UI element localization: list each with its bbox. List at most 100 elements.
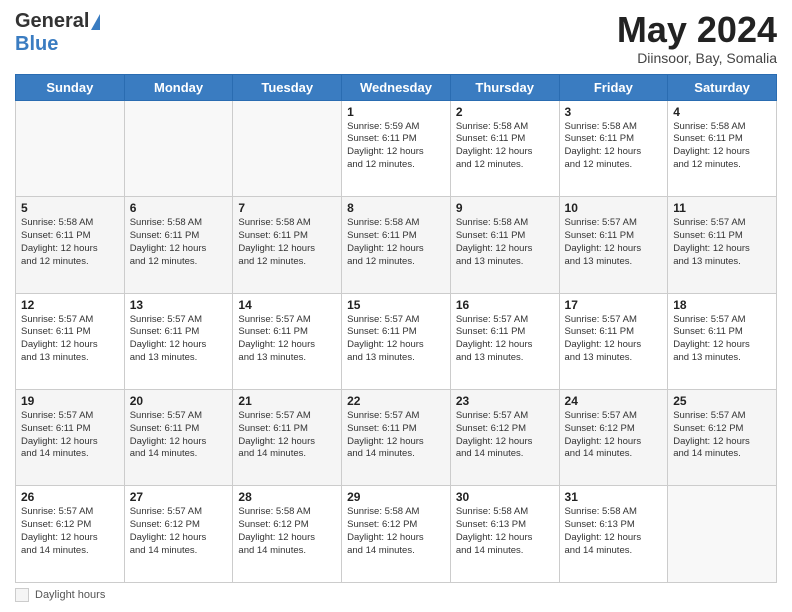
day-number: 15 (347, 298, 445, 312)
day-info: Sunrise: 5:57 AM Sunset: 6:12 PM Dayligh… (130, 506, 228, 557)
calendar-cell: 8 Sunrise: 5:58 AM Sunset: 6:11 PM Daylig… (342, 197, 451, 293)
calendar-week-3: 19 Sunrise: 5:57 AM Sunset: 6:11 PM Dayli… (16, 390, 777, 486)
day-header-monday: Monday (124, 74, 233, 100)
logo: General Blue (15, 10, 100, 56)
day-number: 11 (673, 201, 771, 215)
calendar-cell: 15 Sunrise: 5:57 AM Sunset: 6:11 PM Dayli… (342, 293, 451, 389)
location: Diinsoor, Bay, Somalia (617, 50, 777, 66)
day-info: Sunrise: 5:57 AM Sunset: 6:11 PM Dayligh… (673, 314, 771, 365)
title-block: May 2024 Diinsoor, Bay, Somalia (617, 10, 777, 66)
day-number: 26 (21, 490, 119, 504)
day-number: 17 (565, 298, 663, 312)
day-info: Sunrise: 5:57 AM Sunset: 6:12 PM Dayligh… (673, 410, 771, 461)
day-number: 24 (565, 394, 663, 408)
day-number: 28 (238, 490, 336, 504)
logo-line1: General (15, 10, 100, 33)
footer: Daylight hours (15, 588, 777, 602)
day-number: 25 (673, 394, 771, 408)
day-number: 30 (456, 490, 554, 504)
day-header-sunday: Sunday (16, 74, 125, 100)
day-info: Sunrise: 5:57 AM Sunset: 6:11 PM Dayligh… (347, 314, 445, 365)
day-header-saturday: Saturday (668, 74, 777, 100)
day-info: Sunrise: 5:57 AM Sunset: 6:12 PM Dayligh… (565, 410, 663, 461)
day-number: 19 (21, 394, 119, 408)
calendar-cell: 11Sunrise: 5:57 AM Sunset: 6:11 PM Dayli… (668, 197, 777, 293)
calendar-cell (16, 100, 125, 196)
daylight-label: Daylight hours (35, 589, 105, 601)
day-number: 12 (21, 298, 119, 312)
logo-general-text: General (15, 10, 89, 33)
calendar-cell: 24 Sunrise: 5:57 AM Sunset: 6:12 PM Dayli… (559, 390, 668, 486)
day-info: Sunrise: 5:57 AM Sunset: 6:11 PM Dayligh… (21, 410, 119, 461)
calendar-header-row: SundayMondayTuesdayWednesdayThursdayFrid… (16, 74, 777, 100)
day-info: Sunrise: 5:57 AM Sunset: 6:11 PM Dayligh… (238, 314, 336, 365)
day-header-tuesday: Tuesday (233, 74, 342, 100)
day-number: 18 (673, 298, 771, 312)
day-number: 6 (130, 201, 228, 215)
day-info: Sunrise: 5:57 AM Sunset: 6:12 PM Dayligh… (456, 410, 554, 461)
day-number: 16 (456, 298, 554, 312)
calendar-cell: 25 Sunrise: 5:57 AM Sunset: 6:12 PM Dayli… (668, 390, 777, 486)
calendar-week-1: 5 Sunrise: 5:58 AM Sunset: 6:11 PM Daylig… (16, 197, 777, 293)
day-number: 9 (456, 201, 554, 215)
day-info: Sunrise: 5:57 AM Sunset: 6:11 PM Dayligh… (456, 314, 554, 365)
day-info: Sunrise: 5:58 AM Sunset: 6:11 PM Dayligh… (456, 217, 554, 268)
day-header-thursday: Thursday (450, 74, 559, 100)
calendar-cell (233, 100, 342, 196)
day-info: Sunrise: 5:57 AM Sunset: 6:11 PM Dayligh… (347, 410, 445, 461)
calendar-cell: 9 Sunrise: 5:58 AM Sunset: 6:11 PM Daylig… (450, 197, 559, 293)
day-info: Sunrise: 5:58 AM Sunset: 6:12 PM Dayligh… (238, 506, 336, 557)
calendar-week-0: 1 Sunrise: 5:59 AM Sunset: 6:11 PM Daylig… (16, 100, 777, 196)
day-info: Sunrise: 5:58 AM Sunset: 6:11 PM Dayligh… (130, 217, 228, 268)
calendar-cell: 4Sunrise: 5:58 AM Sunset: 6:11 PM Daylig… (668, 100, 777, 196)
day-info: Sunrise: 5:58 AM Sunset: 6:12 PM Dayligh… (347, 506, 445, 557)
calendar-cell: 20Sunrise: 5:57 AM Sunset: 6:11 PM Dayli… (124, 390, 233, 486)
day-number: 23 (456, 394, 554, 408)
page: General Blue May 2024 Diinsoor, Bay, Som… (0, 0, 792, 612)
calendar-cell: 5Sunrise: 5:58 AM Sunset: 6:11 PM Daylig… (16, 197, 125, 293)
header: General Blue May 2024 Diinsoor, Bay, Som… (15, 10, 777, 66)
calendar-cell: 31Sunrise: 5:58 AM Sunset: 6:13 PM Dayli… (559, 486, 668, 583)
day-header-wednesday: Wednesday (342, 74, 451, 100)
day-number: 13 (130, 298, 228, 312)
day-number: 31 (565, 490, 663, 504)
calendar-cell: 23 Sunrise: 5:57 AM Sunset: 6:12 PM Dayli… (450, 390, 559, 486)
day-number: 14 (238, 298, 336, 312)
calendar-week-4: 26 Sunrise: 5:57 AM Sunset: 6:12 PM Dayli… (16, 486, 777, 583)
day-info: Sunrise: 5:57 AM Sunset: 6:11 PM Dayligh… (130, 410, 228, 461)
calendar-cell: 7 Sunrise: 5:58 AM Sunset: 6:11 PM Daylig… (233, 197, 342, 293)
day-info: Sunrise: 5:57 AM Sunset: 6:11 PM Dayligh… (21, 314, 119, 365)
day-info: Sunrise: 5:57 AM Sunset: 6:12 PM Dayligh… (21, 506, 119, 557)
day-info: Sunrise: 5:58 AM Sunset: 6:11 PM Dayligh… (238, 217, 336, 268)
calendar-cell: 26 Sunrise: 5:57 AM Sunset: 6:12 PM Dayli… (16, 486, 125, 583)
day-number: 8 (347, 201, 445, 215)
day-number: 7 (238, 201, 336, 215)
calendar-cell (668, 486, 777, 583)
day-info: Sunrise: 5:58 AM Sunset: 6:11 PM Dayligh… (347, 217, 445, 268)
day-info: Sunrise: 5:58 AM Sunset: 6:13 PM Dayligh… (456, 506, 554, 557)
calendar-cell: 18 Sunrise: 5:57 AM Sunset: 6:11 PM Dayli… (668, 293, 777, 389)
day-number: 10 (565, 201, 663, 215)
day-number: 22 (347, 394, 445, 408)
calendar-cell: 2Sunrise: 5:58 AM Sunset: 6:11 PM Daylig… (450, 100, 559, 196)
calendar-cell: 14 Sunrise: 5:57 AM Sunset: 6:11 PM Dayli… (233, 293, 342, 389)
day-number: 1 (347, 105, 445, 119)
calendar-cell: 16 Sunrise: 5:57 AM Sunset: 6:11 PM Dayli… (450, 293, 559, 389)
day-info: Sunrise: 5:59 AM Sunset: 6:11 PM Dayligh… (347, 121, 445, 172)
month-title: May 2024 (617, 10, 777, 50)
calendar-cell: 29Sunrise: 5:58 AM Sunset: 6:12 PM Dayli… (342, 486, 451, 583)
calendar-cell: 17 Sunrise: 5:57 AM Sunset: 6:11 PM Dayli… (559, 293, 668, 389)
calendar-cell: 10Sunrise: 5:57 AM Sunset: 6:11 PM Dayli… (559, 197, 668, 293)
day-number: 2 (456, 105, 554, 119)
day-info: Sunrise: 5:57 AM Sunset: 6:11 PM Dayligh… (238, 410, 336, 461)
calendar-cell: 30 Sunrise: 5:58 AM Sunset: 6:13 PM Dayli… (450, 486, 559, 583)
day-number: 5 (21, 201, 119, 215)
calendar-cell (124, 100, 233, 196)
calendar-cell: 12 Sunrise: 5:57 AM Sunset: 6:11 PM Dayli… (16, 293, 125, 389)
day-info: Sunrise: 5:57 AM Sunset: 6:11 PM Dayligh… (130, 314, 228, 365)
logo-triangle-icon (91, 14, 100, 30)
calendar-cell: 19 Sunrise: 5:57 AM Sunset: 6:11 PM Dayli… (16, 390, 125, 486)
calendar-cell: 6 Sunrise: 5:58 AM Sunset: 6:11 PM Daylig… (124, 197, 233, 293)
calendar-cell: 21Sunrise: 5:57 AM Sunset: 6:11 PM Dayli… (233, 390, 342, 486)
day-info: Sunrise: 5:57 AM Sunset: 6:11 PM Dayligh… (565, 314, 663, 365)
